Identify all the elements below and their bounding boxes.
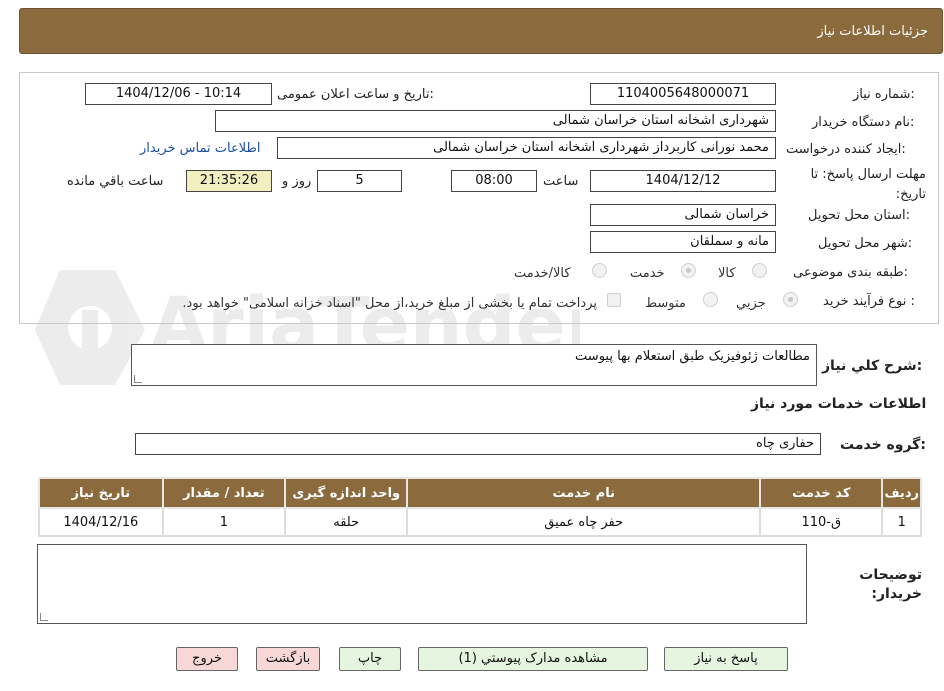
requester-field: محمد نورانی کاربرداز شهرداری اشخانه استا…	[277, 137, 776, 159]
category-goods-radio[interactable]	[752, 263, 767, 278]
col-service-name: نام خدمت	[406, 477, 762, 509]
city-label: شهر محل تحویل:	[818, 236, 913, 251]
need-number-field: 1104005648000071	[590, 83, 776, 105]
services-table-header: تاریخ نیاز تعداد / مقدار واحد اندازه گیر…	[38, 477, 922, 509]
resize-handle-icon[interactable]	[40, 613, 48, 621]
col-quantity: تعداد / مقدار	[161, 477, 287, 509]
services-section-title: اطلاعات خدمات مورد نیاز	[751, 396, 927, 412]
requester-label: ایجاد کننده درخواست:	[786, 142, 906, 157]
process-medium-radio[interactable]	[703, 292, 718, 307]
col-unit: واحد اندازه گیری	[284, 477, 409, 509]
province-label: استان محل تحویل:	[808, 208, 910, 223]
page-title: جزئیات اطلاعات نیاز	[817, 24, 928, 39]
cell-service-name: حفر چاه عمیق	[406, 507, 762, 537]
cell-quantity: 1	[161, 507, 287, 537]
treasury-note: پرداخت تمام یا بخشی از مبلغ خرید،از محل …	[182, 296, 597, 311]
resize-handle-icon[interactable]	[134, 375, 142, 383]
remaining-time-label: ساعت باقي مانده	[67, 174, 164, 189]
category-label: طبقه بندی موضوعی:	[793, 265, 909, 280]
remaining-time-field: 21:35:26	[186, 170, 272, 192]
need-number-label: شماره نیاز:	[853, 87, 915, 102]
col-row-number: ردیف	[881, 477, 922, 509]
table-row: 1404/12/16 1 حلقه حفر چاه عمیق ق-110 1	[38, 507, 922, 537]
description-label: شرح کلي نیاز:	[822, 358, 923, 374]
service-group-label: گروه خدمت:	[840, 437, 926, 453]
deadline-label: مهلت ارسال پاسخ: تا تاریخ:	[810, 167, 926, 202]
service-group-field: حفاری چاه	[135, 433, 821, 455]
days-field: 5	[317, 170, 402, 192]
category-service-radio[interactable]	[681, 263, 696, 278]
description-text: مطالعات ژئوفیزیک طبق استعلام بها پیوست	[575, 349, 810, 364]
buyer-notes-label: توضیحات خریدار:	[859, 567, 922, 602]
category-goods-label: کالا	[718, 266, 736, 281]
services-table: تاریخ نیاز تعداد / مقدار واحد اندازه گیر…	[38, 477, 922, 537]
cell-service-code: ق-110	[759, 507, 884, 537]
exit-button[interactable]: خروج	[176, 647, 238, 671]
category-service-label: خدمت	[630, 266, 665, 281]
col-service-code: کد خدمت	[759, 477, 884, 509]
col-need-date: تاریخ نیاز	[38, 477, 164, 509]
deadline-time-label: ساعت	[543, 174, 579, 189]
treasury-checkbox[interactable]	[607, 293, 621, 307]
deadline-time-field: 08:00	[451, 170, 537, 192]
category-goods-service-radio[interactable]	[592, 263, 607, 278]
cell-unit: حلقه	[284, 507, 409, 537]
days-label: روز و	[282, 174, 312, 189]
process-type-label: نوع فرآیند خرید :	[823, 294, 915, 309]
buyer-name-field: شهرداری اشخانه استان خراسان شمالی	[215, 110, 776, 132]
announce-date-label: تاریخ و ساعت اعلان عمومی:	[277, 87, 434, 102]
description-textarea[interactable]: مطالعات ژئوفیزیک طبق استعلام بها پیوست	[131, 344, 817, 386]
page-header: جزئیات اطلاعات نیاز	[19, 8, 943, 54]
category-goods-service-label: کالا/خدمت	[514, 266, 571, 281]
cell-row-number: 1	[881, 507, 922, 537]
back-button[interactable]: بازگشت	[256, 647, 320, 671]
buyer-notes-textarea[interactable]	[37, 544, 807, 624]
process-medium-label: متوسط	[645, 296, 686, 311]
view-attachments-button[interactable]: مشاهده مدارک پیوستي (1)	[418, 647, 648, 671]
process-minor-radio[interactable]	[783, 292, 798, 307]
process-minor-label: جزیي	[736, 296, 766, 311]
print-button[interactable]: چاپ	[339, 647, 401, 671]
buyer-name-label: نام دستگاه خریدار:	[812, 115, 915, 130]
reply-button[interactable]: پاسخ به نیاز	[664, 647, 788, 671]
deadline-date-field: 1404/12/12	[590, 170, 776, 192]
cell-need-date: 1404/12/16	[38, 507, 164, 537]
province-field: خراسان شمالی	[590, 204, 776, 226]
buyer-contact-link[interactable]: اطلاعات تماس خریدار	[140, 141, 260, 156]
city-field: مانه و سملقان	[590, 231, 776, 253]
announce-date-field: 1404/12/06 - 10:14	[85, 83, 272, 105]
